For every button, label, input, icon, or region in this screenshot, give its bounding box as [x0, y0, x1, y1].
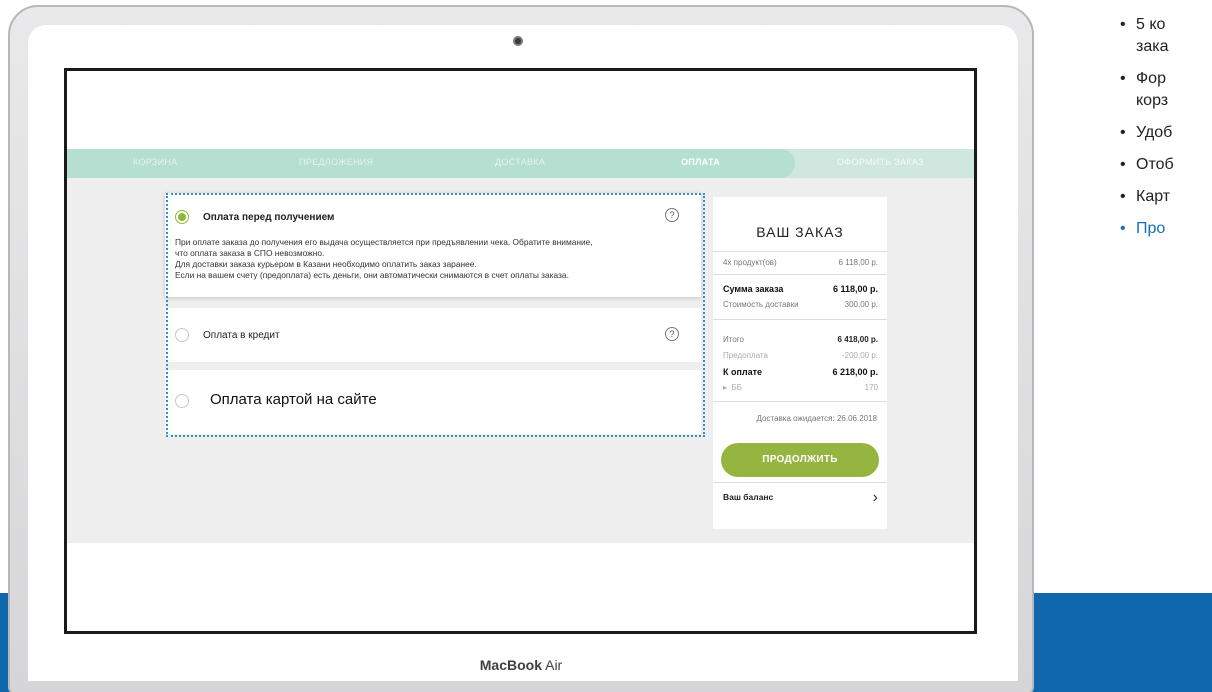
laptop-screen: КОРЗИНА ПРЕДЛОЖЕНИЯ ДОСТАВКА ОПЛАТА ОФОР…	[64, 68, 977, 634]
row-value: 6 418,00 р.	[837, 335, 878, 344]
step-place-order[interactable]: ОФОРМИТЬ ЗАКАЗ	[837, 157, 924, 167]
bullet-dot: •	[1120, 16, 1126, 33]
step-offers[interactable]: ПРЕДЛОЖЕНИЯ	[299, 157, 373, 167]
balance-link[interactable]: Ваш баланс ›	[723, 489, 878, 512]
bonus-label: ББ	[731, 383, 742, 392]
bullet-item: • Карт	[1110, 186, 1212, 208]
row-label: 4х продукт(ов)	[723, 258, 777, 267]
bullet-dot: •	[1120, 70, 1126, 87]
slide-bullet-list: • 5 ко зака • Фор корз • Удоб • Отоб • Карт •…	[1110, 14, 1212, 250]
row-label: Сумма заказа	[723, 284, 784, 294]
brand-name-bold: MacBook	[479, 657, 542, 673]
payment-options-focus-outline	[166, 193, 705, 437]
bullet-item: • Фор	[1110, 68, 1212, 90]
bullet-item-accent: • Про	[1110, 218, 1212, 240]
bullet-text: корз	[1136, 92, 1169, 109]
bullet-text: Отоб	[1136, 156, 1174, 173]
laptop-brand-label: MacBook Air	[0, 657, 1042, 673]
chevron-right-icon: ›	[872, 489, 878, 506]
bullet-text: 5 ко	[1136, 16, 1166, 33]
step-delivery[interactable]: ДОСТАВКА	[495, 157, 545, 167]
row-label: Стоимость доставки	[723, 300, 799, 309]
divider	[713, 401, 887, 402]
row-value: -200,00 р.	[841, 351, 878, 360]
divider	[713, 319, 887, 320]
delivery-expected-note: Доставка ожидается: 26.06.2018	[756, 414, 877, 423]
brand-name-rest: Air	[545, 657, 563, 673]
camera-icon	[513, 36, 523, 46]
bullet-dot: •	[1120, 220, 1126, 237]
bullet-text: зака	[1136, 38, 1169, 55]
continue-button[interactable]: ПРОДОЛЖИТЬ	[721, 443, 879, 477]
divider	[713, 482, 887, 483]
row-label: Итого	[723, 335, 744, 344]
checkout-steps-bar: КОРЗИНА ПРЕДЛОЖЕНИЯ ДОСТАВКА ОПЛАТА ОФОР…	[67, 149, 974, 178]
divider	[713, 274, 887, 275]
order-summary-title: ВАШ ЗАКАЗ	[756, 224, 844, 240]
bullet-item: • Отоб	[1110, 154, 1212, 176]
bullet-item: • Удоб	[1110, 122, 1212, 144]
bullet-dot: •	[1120, 188, 1126, 205]
bullet-text: Карт	[1136, 188, 1171, 205]
row-label: Предоплата	[723, 351, 768, 360]
triangle-right-icon: ▸	[723, 383, 728, 392]
row-label: ▸ ББ	[723, 383, 742, 392]
row-value: 300,00 р.	[844, 300, 878, 309]
row-value: 6 118,00 р.	[832, 284, 878, 294]
row-value: 6 218,00 р.	[832, 367, 878, 377]
row-value: 170	[864, 383, 878, 392]
bullet-dot: •	[1120, 124, 1126, 141]
bullet-item-continuation: корз	[1110, 90, 1212, 112]
bullet-item-continuation: зака	[1110, 36, 1212, 58]
step-cart[interactable]: КОРЗИНА	[133, 157, 177, 167]
bullet-dot: •	[1120, 156, 1126, 173]
step-payment[interactable]: ОПЛАТА	[681, 157, 720, 167]
checkout-page: КОРЗИНА ПРЕДЛОЖЕНИЯ ДОСТАВКА ОПЛАТА ОФОР…	[67, 71, 974, 631]
order-summary: ВАШ ЗАКАЗ 4х продукт(ов) 6 118,00 р. Сум…	[713, 197, 887, 529]
bullet-text: Про	[1136, 220, 1166, 237]
balance-label: Ваш баланс	[723, 492, 774, 502]
bullet-text: Фор	[1136, 70, 1166, 87]
bullet-text: Удоб	[1136, 124, 1173, 141]
row-label: К оплате	[723, 367, 763, 377]
row-value: 6 118,00 р.	[838, 258, 878, 267]
bullet-item: • 5 ко	[1110, 14, 1212, 36]
divider	[713, 251, 887, 252]
